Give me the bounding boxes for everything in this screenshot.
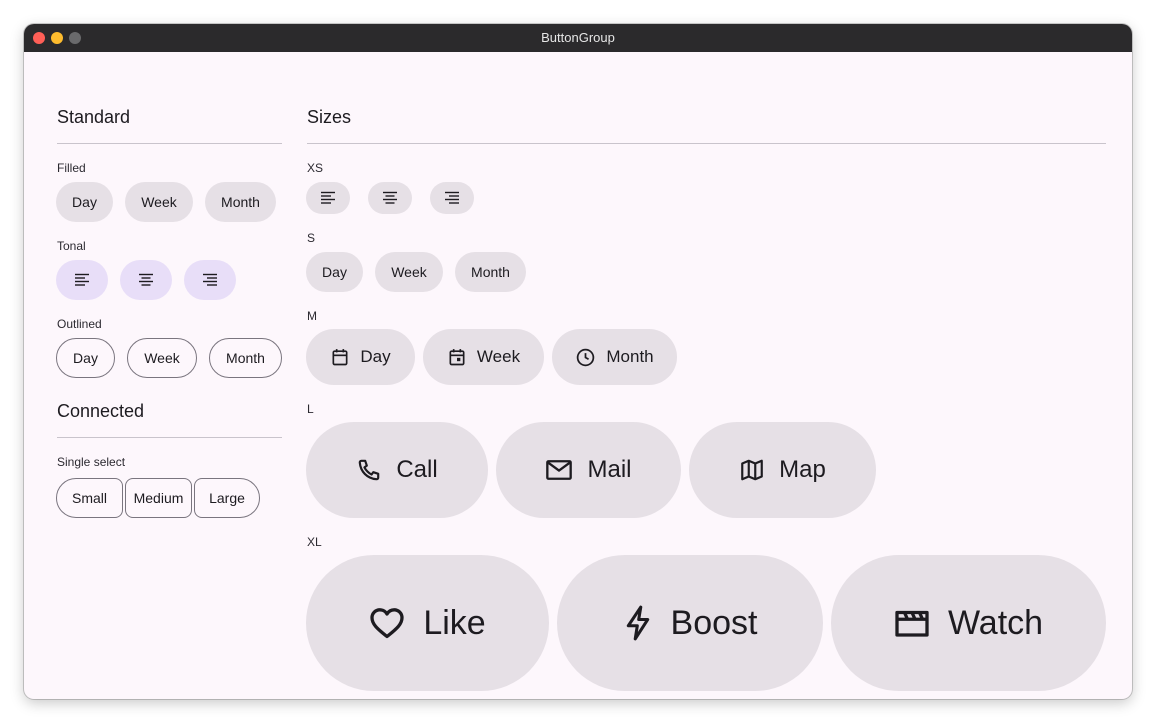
xs-align-right-button[interactable] bbox=[430, 182, 474, 214]
calendar-icon bbox=[332, 349, 348, 366]
tonal-align-right-button[interactable] bbox=[184, 260, 236, 300]
tonal-align-center-button[interactable] bbox=[120, 260, 172, 300]
m-week-label: Week bbox=[476, 347, 521, 366]
m-month-label: Month bbox=[606, 347, 654, 366]
app-window: ButtonGroup Standard Filled Day Week Mon… bbox=[24, 24, 1132, 699]
outlined-label: Outlined bbox=[57, 317, 102, 331]
m-day-button[interactable]: Day bbox=[306, 329, 415, 385]
movie-icon bbox=[895, 610, 929, 637]
m-day-label: Day bbox=[360, 347, 391, 366]
filled-month-button[interactable]: Month bbox=[205, 182, 276, 222]
title-bar: ButtonGroup bbox=[24, 24, 1132, 52]
xl-watch-label: Watch bbox=[947, 603, 1044, 642]
xs-align-left-button[interactable] bbox=[306, 182, 350, 214]
phone-icon bbox=[359, 459, 380, 481]
filled-day-button[interactable]: Day bbox=[56, 182, 113, 222]
tonal-align-left-button[interactable] bbox=[56, 260, 108, 300]
format-align-right-icon bbox=[445, 191, 459, 204]
clock-icon bbox=[577, 348, 595, 366]
filled-week-button[interactable]: Week bbox=[125, 182, 193, 222]
m-label: M bbox=[307, 309, 317, 323]
bolt-icon bbox=[626, 605, 649, 641]
outlined-month-button[interactable]: Month bbox=[209, 338, 282, 378]
connected-medium-button[interactable]: Medium bbox=[125, 478, 192, 518]
outlined-day-button[interactable]: Day bbox=[56, 338, 115, 378]
connected-small-button[interactable]: Small bbox=[56, 478, 123, 518]
outlined-week-button[interactable]: Week bbox=[127, 338, 197, 378]
xs-align-center-button[interactable] bbox=[368, 182, 412, 214]
s-label: S bbox=[307, 231, 316, 245]
sizes-divider bbox=[307, 143, 1106, 144]
xl-like-button[interactable]: Like bbox=[306, 555, 549, 691]
standard-divider bbox=[57, 143, 282, 144]
sizes-heading: Sizes bbox=[307, 107, 352, 127]
xs-label: XS bbox=[307, 161, 324, 175]
l-map-button[interactable]: Map bbox=[689, 422, 876, 518]
connected-large-button[interactable]: Large bbox=[194, 478, 260, 518]
xl-boost-label: Boost bbox=[670, 603, 758, 642]
m-week-button[interactable]: Week bbox=[423, 329, 544, 385]
l-call-label: Call bbox=[396, 456, 438, 483]
s-month-button[interactable]: Month bbox=[455, 252, 526, 292]
xl-like-label: Like bbox=[423, 603, 486, 642]
tonal-label: Tonal bbox=[57, 239, 86, 253]
connected-divider bbox=[57, 437, 282, 438]
format-align-left-icon bbox=[75, 273, 89, 286]
xl-label: XL bbox=[307, 535, 322, 549]
map-icon bbox=[741, 459, 763, 481]
connected-heading: Connected bbox=[57, 401, 145, 421]
format-align-left-icon bbox=[321, 191, 335, 204]
content-area: Standard Filled Day Week Month Tonal Out… bbox=[24, 52, 1132, 699]
s-week-button[interactable]: Week bbox=[375, 252, 443, 292]
format-align-center-icon bbox=[139, 273, 153, 286]
window-title: ButtonGroup bbox=[541, 30, 615, 45]
l-call-button[interactable]: Call bbox=[306, 422, 488, 518]
s-day-button[interactable]: Day bbox=[306, 252, 363, 292]
standard-heading: Standard bbox=[57, 107, 131, 127]
l-map-label: Map bbox=[779, 456, 826, 483]
filled-label: Filled bbox=[57, 161, 86, 175]
l-mail-button[interactable]: Mail bbox=[496, 422, 681, 518]
m-month-button[interactable]: Month bbox=[552, 329, 677, 385]
mail-icon bbox=[546, 460, 573, 480]
xl-watch-button[interactable]: Watch bbox=[831, 555, 1106, 691]
l-mail-label: Mail bbox=[587, 456, 632, 483]
format-align-right-icon bbox=[203, 273, 217, 286]
calendar-week-icon bbox=[449, 349, 465, 366]
heart-icon bbox=[370, 608, 404, 639]
xl-boost-button[interactable]: Boost bbox=[557, 555, 823, 691]
format-align-center-icon bbox=[383, 191, 397, 204]
l-label: L bbox=[307, 402, 314, 416]
single-select-label: Single select bbox=[57, 455, 126, 469]
